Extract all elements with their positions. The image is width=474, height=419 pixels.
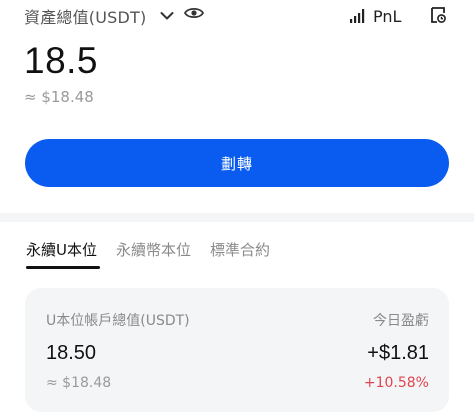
futures-account-page: 資產總值(USDT) PnL 18.5 ≈ $18.48 劃轉 永續U本位 永續… — [0, 0, 474, 419]
active-tab-indicator — [26, 266, 100, 269]
contract-type-tabs: 永續U本位 永續幣本位 標準合約 — [0, 222, 474, 270]
tab-coinm-perpetual[interactable]: 永續幣本位 — [116, 239, 191, 260]
total-balance-usd: ≈ $18.48 — [24, 88, 94, 106]
asset-total-label: 資產總值(USDT) — [24, 8, 147, 27]
account-value-usd: ≈ $18.48 — [46, 375, 112, 391]
today-pnl-value: +$1.81 — [367, 342, 429, 364]
top-bar: 資產總值(USDT) PnL — [0, 0, 474, 32]
section-divider — [0, 213, 474, 222]
pnl-label: PnL — [373, 6, 402, 26]
total-balance: 18.5 — [24, 40, 99, 81]
signal-bars-icon — [349, 8, 365, 24]
eye-icon[interactable] — [184, 6, 204, 20]
history-icon[interactable] — [429, 6, 447, 24]
account-value: 18.50 — [46, 342, 97, 364]
asset-total-selector[interactable]: 資產總值(USDT) — [24, 4, 174, 28]
usdm-account-card[interactable]: U本位帳戶總值(USDT) 今日盈虧 18.50 +$1.81 ≈ $18.48… — [25, 288, 449, 412]
transfer-button[interactable]: 劃轉 — [25, 139, 449, 187]
tab-usdm-perpetual[interactable]: 永續U本位 — [26, 239, 97, 260]
chevron-down-icon — [160, 11, 174, 21]
today-pnl-percent: +10.58% — [363, 375, 429, 391]
today-pnl-label: 今日盈虧 — [373, 313, 429, 329]
account-value-label: U本位帳戶總值(USDT) — [46, 313, 190, 329]
pnl-button[interactable]: PnL — [349, 4, 401, 28]
tab-standard-contract[interactable]: 標準合約 — [210, 239, 270, 260]
